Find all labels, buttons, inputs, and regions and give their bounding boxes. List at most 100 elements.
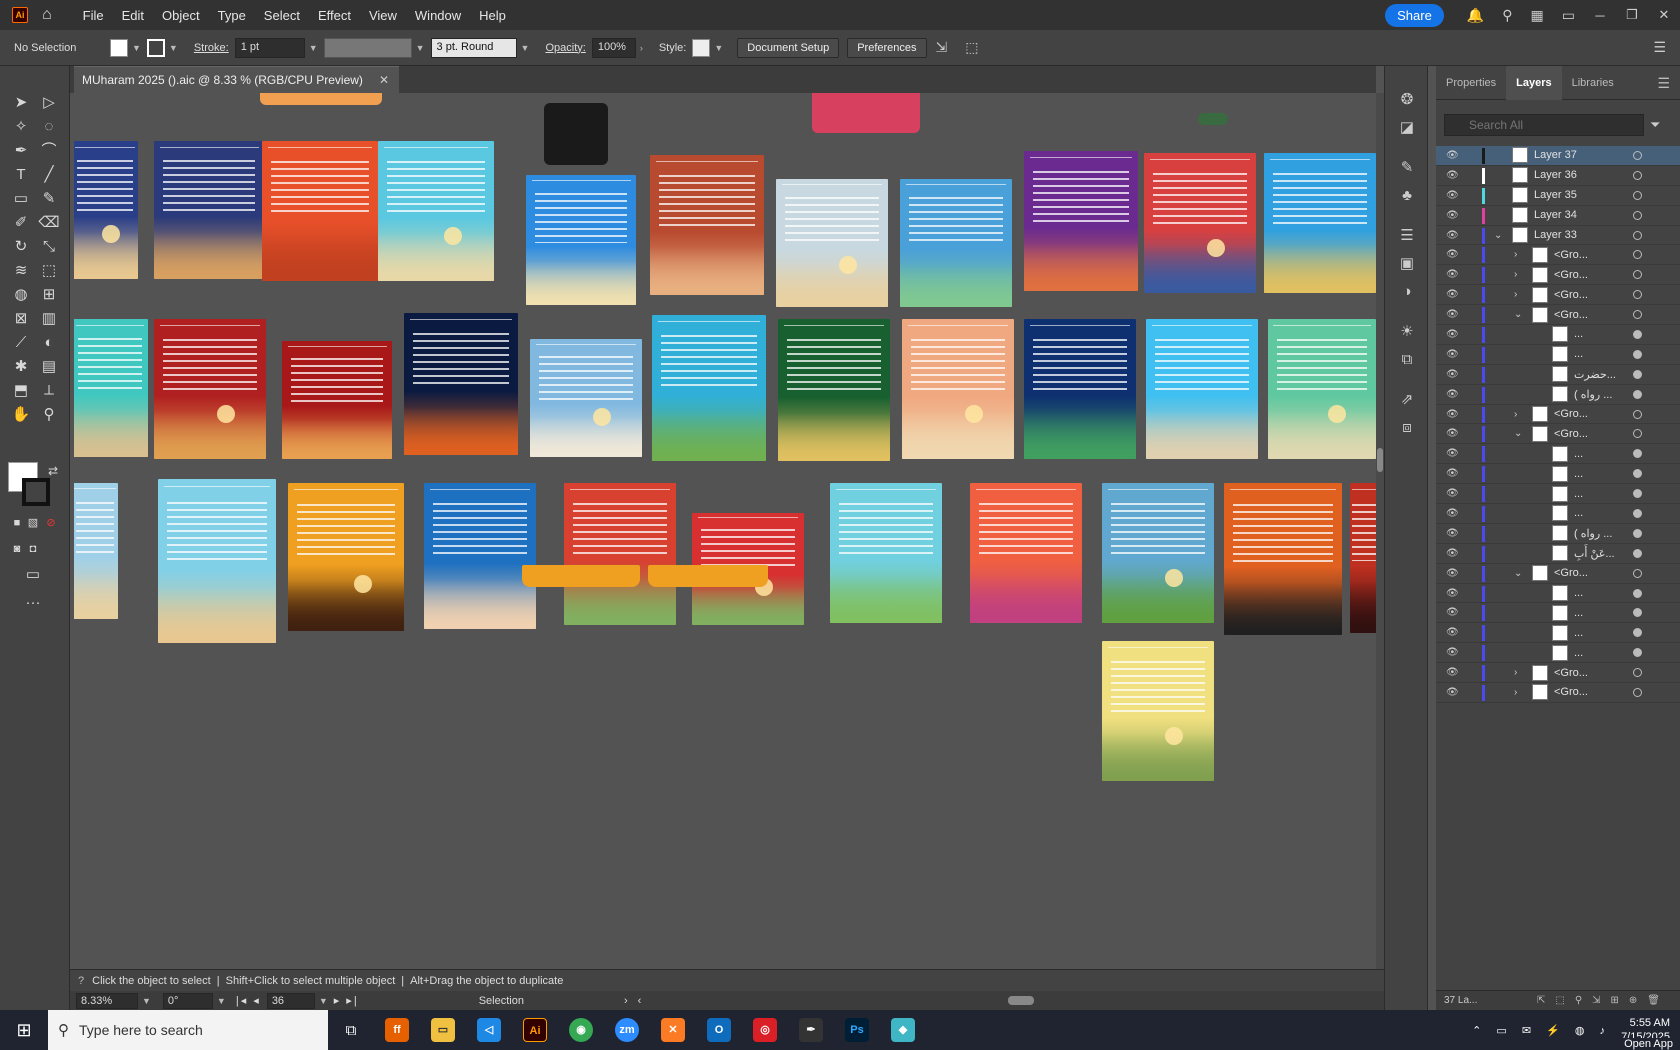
stroke-label[interactable]: Stroke: [194,42,229,54]
canvas[interactable] [74,93,1376,969]
chevron-right-icon[interactable]: › [1514,409,1517,420]
menu-help[interactable]: Help [470,8,515,23]
chevron-down-icon[interactable]: ▼ [309,43,318,53]
free-transform-icon[interactable]: ⬚ [38,260,60,282]
chevron-down-icon[interactable]: ▼ [714,43,723,53]
target-circle-icon[interactable] [1633,449,1642,459]
illustrator-taskbar-icon[interactable]: Ai [512,1010,558,1050]
visibility-eye-icon[interactable]: 👁 [1446,428,1459,439]
card-base[interactable] [648,565,768,587]
column-graph-icon[interactable]: ▤ [38,356,60,378]
target-circle-icon[interactable] [1633,548,1642,558]
chevron-down-icon[interactable]: ⌄ [1494,230,1502,241]
artboard-thumbnail[interactable] [650,155,764,295]
menu-effect[interactable]: Effect [309,8,360,23]
layer-row[interactable]: 👁 حضرت... [1436,365,1680,385]
layer-name[interactable]: ... [1574,468,1583,480]
symbol-sprayer-icon[interactable]: ✱ [10,356,32,378]
target-circle-icon[interactable] [1633,250,1642,260]
layer-name[interactable]: <Gro... [1554,408,1588,420]
artboard-thumbnail[interactable] [900,179,1012,307]
artboard-thumbnail[interactable] [154,319,266,459]
xampp-icon[interactable]: ✕ [650,1010,696,1050]
target-circle-icon[interactable] [1633,210,1642,220]
line-tool-icon[interactable]: ╱ [38,164,60,186]
visibility-eye-icon[interactable]: 👁 [1446,468,1459,479]
layer-name[interactable]: حضرت... [1574,368,1616,381]
artboard-thumbnail[interactable] [902,319,1014,459]
layer-name[interactable]: <Gro... [1554,667,1588,679]
visibility-eye-icon[interactable]: 👁 [1446,230,1459,241]
visibility-eye-icon[interactable]: 👁 [1446,548,1459,559]
artboard-thumbnail[interactable] [288,483,404,631]
layer-row[interactable]: 👁... [1436,484,1680,505]
direct-selection-tool-icon[interactable]: ▷ [38,92,60,114]
target-circle-icon[interactable] [1633,310,1642,320]
close-tab-icon[interactable]: ✕ [379,73,389,87]
visibility-eye-icon[interactable]: 👁 [1446,588,1459,599]
visibility-eye-icon[interactable]: 👁 [1446,568,1459,579]
gradient-tool-icon[interactable]: ▥ [38,308,60,330]
layer-name[interactable]: Layer 36 [1534,169,1577,181]
target-circle-icon[interactable] [1633,389,1642,399]
layer-row[interactable]: 👁 › <Gro... [1436,683,1680,703]
target-circle-icon[interactable] [1633,668,1642,678]
target-circle-icon[interactable] [1633,687,1642,697]
artboard-thumbnail[interactable] [776,179,888,307]
target-circle-icon[interactable] [1633,290,1642,300]
stroke-color[interactable] [22,478,50,506]
layer-name[interactable]: عَنْ أَبِ... [1574,547,1615,560]
artboard-thumbnail[interactable] [652,315,766,461]
artboard-thumbnail[interactable] [778,319,890,461]
photoshop-icon[interactable]: Ps [834,1010,880,1050]
color-guide-icon[interactable]: ◪ [1397,118,1417,138]
artboard-thumbnail[interactable] [1102,483,1214,623]
artboard-thumbnail[interactable] [262,141,378,281]
layer-row[interactable]: 👁... [1436,464,1680,485]
stroke-panel-icon[interactable]: ☰ [1397,226,1417,246]
layer-actions-icons[interactable]: ⇱⬚⚲⇲⊞⊕🗑 [1537,995,1670,1006]
visibility-eye-icon[interactable]: 👁 [1446,687,1459,698]
artboard-thumbnail[interactable] [564,483,676,625]
file-explorer-icon[interactable]: ▭ [420,1010,466,1050]
layer-row[interactable]: 👁... [1436,623,1680,644]
artboard-prev-icon[interactable]: |◂ ◂ [236,994,261,1007]
artboard-thumbnail[interactable] [404,313,518,455]
recolor-icon[interactable]: ⬚ [965,39,978,56]
layer-name[interactable]: ... [1574,507,1583,519]
chevron-right-icon[interactable]: › [1514,289,1517,300]
screen-mode-icon[interactable]: ▭ [22,564,44,586]
vertical-scroll-thumb[interactable] [1377,448,1383,472]
visibility-eye-icon[interactable]: 👁 [1446,508,1459,519]
layer-name[interactable]: ( رواه ... [1574,388,1612,401]
target-circle-icon[interactable] [1633,369,1642,379]
visibility-eye-icon[interactable]: 👁 [1446,349,1459,360]
layers-search-input[interactable] [1444,114,1644,136]
layer-row[interactable]: 👁 Layer 34 [1436,206,1680,226]
brush-definition[interactable]: 3 pt. Round [430,37,517,58]
target-circle-icon[interactable] [1633,648,1642,658]
layer-name[interactable]: ... [1574,348,1583,360]
swap-colors-icon[interactable]: ⇄ [42,460,64,482]
card-base[interactable] [522,565,640,587]
layer-row[interactable]: 👁 ⌄ <Gro... [1436,424,1680,445]
eraser-tool-icon[interactable]: ⌫ [38,212,60,234]
target-circle-icon[interactable] [1633,349,1642,359]
visibility-eye-icon[interactable]: 👁 [1446,309,1459,320]
slice-tool-icon[interactable]: ⟂ [38,380,60,402]
target-circle-icon[interactable] [1633,568,1642,578]
layer-name[interactable]: <Gro... [1554,269,1588,281]
artwork-fragment[interactable] [812,93,920,133]
artboard-thumbnail[interactable] [1144,153,1256,293]
target-circle-icon[interactable] [1633,150,1642,160]
chevron-down-icon[interactable]: ⌄ [1514,568,1522,579]
layer-row[interactable]: 👁... [1436,325,1680,345]
layer-name[interactable]: ... [1574,448,1583,460]
artboard-tool-icon[interactable]: ⬒ [10,380,32,402]
close-button[interactable]: ✕ [1648,7,1680,23]
curvature-tool-icon[interactable]: ⌒ [38,140,60,162]
layer-row[interactable]: 👁... [1436,603,1680,624]
layer-row[interactable]: 👁... [1436,643,1680,664]
tab-libraries[interactable]: Libraries [1562,66,1624,100]
lasso-icon[interactable]: ◌ [38,116,60,138]
